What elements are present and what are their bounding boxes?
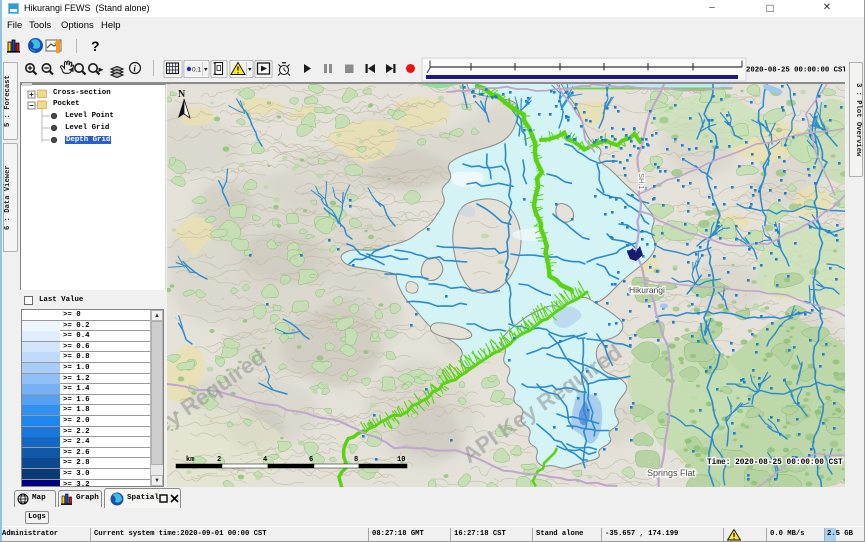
svg-text:i: i — [133, 64, 136, 74]
svg-text:SH 1: SH 1 — [637, 173, 646, 190]
svg-text:Springs Flat: Springs Flat — [647, 468, 696, 478]
svg-text:2020-08-25 00:00:00 CST: 2020-08-25 00:00:00 CST — [746, 67, 845, 75]
svg-text:N: N — [178, 89, 186, 100]
svg-text:10: 10 — [397, 456, 405, 464]
svg-text:km: km — [186, 456, 194, 464]
svg-text:6: 6 — [309, 456, 313, 464]
svg-text:0.1: 0.1 — [192, 67, 201, 74]
svg-text:8: 8 — [354, 456, 358, 464]
svg-text:?: ? — [91, 38, 100, 54]
svg-text:4: 4 — [263, 456, 267, 464]
svg-text:Time: 2020-08-25 00:00:00 CST: Time: 2020-08-25 00:00:00 CST — [707, 459, 843, 467]
svg-text:Hikurangi: Hikurangi — [629, 285, 665, 295]
svg-text:2: 2 — [217, 456, 221, 464]
